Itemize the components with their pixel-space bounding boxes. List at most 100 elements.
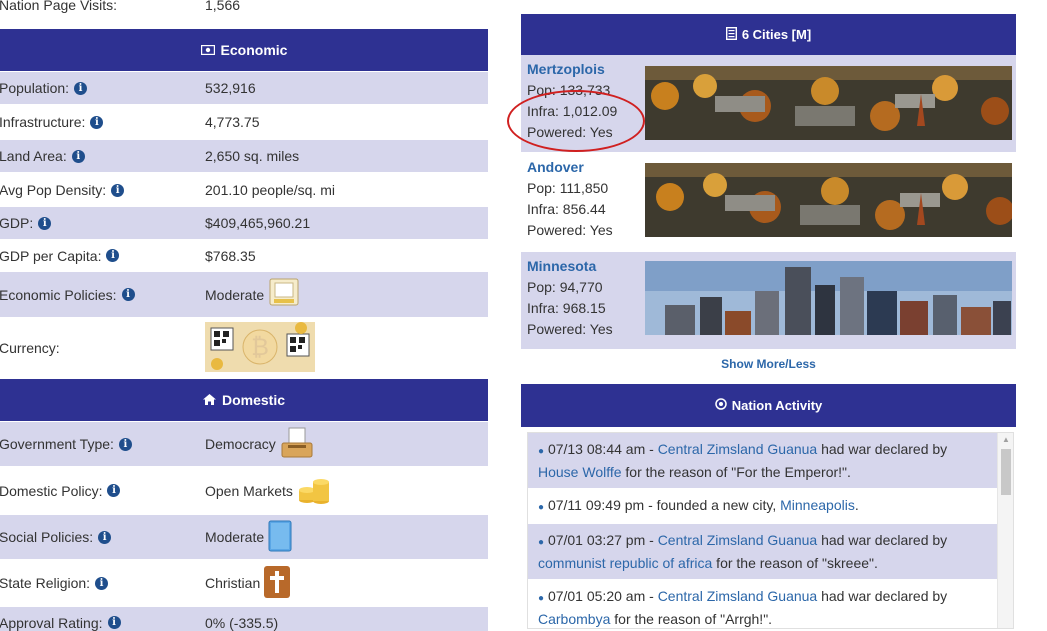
economic-policies-value: Moderate — [205, 286, 265, 303]
approval-rating-value: 0% (-335.5) — [205, 614, 279, 631]
activity-scrollbar[interactable]: ▲ — [997, 433, 1013, 628]
social-policies-label: Social Policies: — [0, 529, 94, 545]
info-icon[interactable]: i — [98, 530, 112, 544]
gold-coins-icon — [297, 472, 331, 509]
city-link[interactable]: Minneapolis — [780, 497, 855, 513]
activity-feed[interactable]: ● 07/13 08:44 am - Central Zimsland Guan… — [527, 432, 1014, 629]
actor-link[interactable]: Central Zimsland Guanua — [658, 441, 818, 457]
activity-text: for the reason of "For the Emperor!". — [621, 464, 851, 480]
government-type-label: Government Type: — [0, 436, 114, 452]
row-value: 1,566 — [205, 0, 241, 13]
scroll-up-arrow-icon[interactable]: ▲ — [998, 435, 1013, 444]
activity-text: for the reason of "skreee". — [712, 555, 878, 571]
activity-text: had war declared by — [817, 588, 948, 604]
city-infra: Infra: 856.44 — [527, 201, 606, 217]
city-powered: Powered: Yes — [527, 321, 613, 337]
city-image — [645, 66, 1012, 140]
city-image — [645, 261, 1012, 335]
government-type-value: Democracy — [205, 436, 276, 452]
pop-density-row: Avg Pop Density: i 201.10 people/sq. mi — [0, 174, 488, 207]
nation-page-visits-row: Nation Page Visits: 1,566 — [0, 0, 488, 16]
domestic-policy-label: Domestic Policy: — [0, 482, 103, 499]
activity-item: ● 07/01 03:27 pm - Central Zimsland Guan… — [528, 524, 998, 579]
target-link[interactable]: communist republic of africa — [538, 555, 712, 571]
actor-link[interactable]: Central Zimsland Guanua — [658, 588, 818, 604]
domestic-header: Domestic — [0, 379, 488, 421]
info-icon[interactable]: i — [74, 81, 88, 95]
book-icon — [268, 520, 292, 555]
pop-density-value: 201.10 people/sq. mi — [205, 182, 335, 198]
target-link[interactable]: Carbombya — [538, 611, 610, 627]
approval-rating-label: Approval Rating: — [0, 614, 103, 631]
city-card: Minnesota Pop: 94,770 Infra: 968.15 Powe… — [521, 252, 1016, 349]
city-infra: Infra: 968.15 — [527, 300, 606, 316]
activity-time: 07/01 03:27 pm - — [547, 532, 658, 548]
state-religion-value: Christian — [205, 575, 261, 591]
population-row: Population: i 532,916 — [0, 72, 488, 105]
activity-item: ● 07/01 05:20 am - Central Zimsland Guan… — [528, 580, 998, 628]
land-area-value: 2,650 sq. miles — [205, 148, 300, 164]
gdp-row: GDP: i $409,465,960.21 — [0, 207, 488, 240]
land-area-label: Land Area: — [0, 148, 67, 164]
activity-item: ● 07/13 08:44 am - Central Zimsland Guan… — [528, 433, 998, 488]
target-link[interactable]: House Wolffe — [538, 464, 622, 480]
city-list-icon — [725, 26, 737, 43]
info-icon[interactable]: i — [118, 437, 132, 451]
currency-row: Currency: ₿ — [0, 319, 488, 378]
domestic-title: Domestic — [221, 392, 286, 408]
info-icon[interactable]: i — [95, 576, 109, 590]
money-icon — [200, 42, 215, 58]
activity-time: 07/01 05:20 am - — [547, 588, 658, 604]
gdp-label: GDP: — [0, 215, 34, 231]
gdp-per-capita-row: GDP per Capita: i $768.35 — [0, 240, 488, 272]
info-icon[interactable]: i — [71, 149, 85, 163]
currency-bitcoin-icon: ₿ — [205, 321, 315, 375]
city-pop: Pop: 94,770 — [527, 279, 603, 295]
bullet-icon: ● — [538, 446, 545, 457]
city-name-link[interactable]: Mertzoplois — [527, 61, 605, 77]
gdp-per-capita-label: GDP per Capita: — [0, 247, 102, 264]
info-icon[interactable]: i — [111, 183, 125, 197]
info-icon[interactable]: i — [121, 288, 135, 301]
economic-policies-label: Economic Policies: — [0, 286, 117, 303]
city-name-link[interactable]: Andover — [527, 159, 584, 175]
social-policies-row: Social Policies: i Moderate — [0, 515, 488, 560]
svg-text:₿: ₿ — [251, 333, 269, 361]
info-icon[interactable]: i — [106, 249, 120, 262]
activity-text: for the reason of "Arrgh!". — [610, 611, 773, 627]
city-card: Andover Pop: 111,850 Infra: 856.44 Power… — [521, 153, 1016, 251]
city-pop: Pop: 111,850 — [527, 180, 609, 196]
government-type-row: Government Type: i Democracy — [0, 422, 488, 467]
nation-activity-header: Nation Activity — [521, 384, 1016, 427]
activity-text: . — [854, 497, 859, 513]
moderate-policy-icon — [268, 277, 300, 312]
city-powered: Powered: Yes — [527, 222, 613, 238]
actor-link[interactable]: Central Zimsland Guanua — [658, 532, 818, 548]
info-icon[interactable]: i — [107, 616, 121, 629]
ballot-box-icon — [280, 427, 314, 462]
pop-density-label: Avg Pop Density: — [0, 182, 107, 198]
info-icon[interactable]: i — [90, 115, 104, 129]
activity-time: 07/13 08:44 am - — [547, 441, 658, 457]
bullet-icon: ● — [538, 593, 545, 604]
cities-header: 6 Cities [M] — [521, 14, 1016, 55]
activity-item: ● 07/11 09:49 pm - founded a new city, M… — [528, 489, 998, 523]
bullet-icon: ● — [538, 537, 545, 548]
domestic-policy-value: Open Markets — [205, 482, 293, 499]
scrollbar-thumb[interactable] — [1001, 449, 1011, 495]
infrastructure-row: Infrastructure: i 4,773.75 — [0, 106, 488, 139]
target-icon — [714, 398, 727, 413]
activity-time: 07/11 09:49 pm - founded a new city, — [547, 497, 781, 513]
show-more-less-link[interactable]: Show More/Less — [521, 357, 1016, 371]
state-religion-label: State Religion: — [0, 575, 91, 591]
info-icon[interactable]: i — [107, 484, 121, 497]
population-label: Population: — [0, 80, 70, 96]
economic-header: Economic — [0, 29, 488, 71]
row-label: Nation Page Visits: — [0, 0, 118, 13]
nation-info-panel: Nation Page Visits: 1,566 Economic Popul… — [0, 0, 488, 631]
approval-rating-row: Approval Rating: i 0% (-335.5) — [0, 607, 488, 631]
city-name-link[interactable]: Minnesota — [527, 258, 596, 274]
domestic-policy-row: Domestic Policy: i Open Markets — [0, 468, 488, 514]
cross-icon — [264, 565, 291, 601]
info-icon[interactable]: i — [38, 216, 52, 230]
